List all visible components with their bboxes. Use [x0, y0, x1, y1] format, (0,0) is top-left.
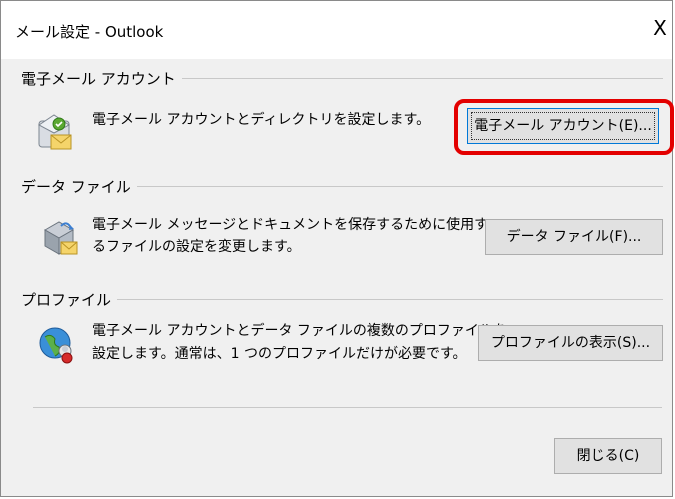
- mail-setup-dialog: メール設定 - Outlook X 電子メール アカウント 電子メール アカウン…: [0, 0, 674, 497]
- profile-group-divider: [21, 299, 663, 300]
- data-files-button-label: データ ファイル(F)...: [506, 229, 642, 245]
- profiles-icon: [39, 327, 73, 364]
- data-section-description-line1: 電子メール メッセージとドキュメントを保存するために使用す: [92, 217, 489, 233]
- data-files-button[interactable]: データ ファイル(F)...: [485, 219, 663, 255]
- email-accounts-icon: [38, 114, 72, 150]
- window-title: メール設定 - Outlook: [15, 23, 164, 41]
- highlight-annotation: [454, 99, 674, 155]
- data-files-icon: [43, 221, 78, 255]
- close-button-label: 閉じる(C): [576, 448, 640, 464]
- email-section-heading: 電子メール アカウント: [21, 68, 182, 89]
- profile-section-description-line1: 電子メール アカウントとデータ ファイルの複数のプロファイルを: [92, 323, 507, 339]
- show-profiles-button[interactable]: プロファイルの表示(S)...: [478, 325, 663, 361]
- email-section-description: 電子メール アカウントとディレクトリを設定します。: [92, 112, 431, 128]
- profile-section-heading: プロファイル: [21, 289, 118, 310]
- profile-section-description-line2: 設定します。通常は、1 つのプロファイルだけが必要です。: [92, 346, 467, 362]
- footer-separator: [33, 407, 662, 408]
- show-profiles-button-label: プロファイルの表示(S)...: [490, 335, 651, 351]
- data-section-heading: データ ファイル: [21, 176, 137, 197]
- close-button[interactable]: 閉じる(C): [554, 438, 662, 474]
- title-bar: メール設定 - Outlook X: [1, 1, 672, 59]
- close-icon[interactable]: X: [648, 15, 672, 41]
- data-section-description-line2: るファイルの設定を変更します。: [92, 239, 301, 255]
